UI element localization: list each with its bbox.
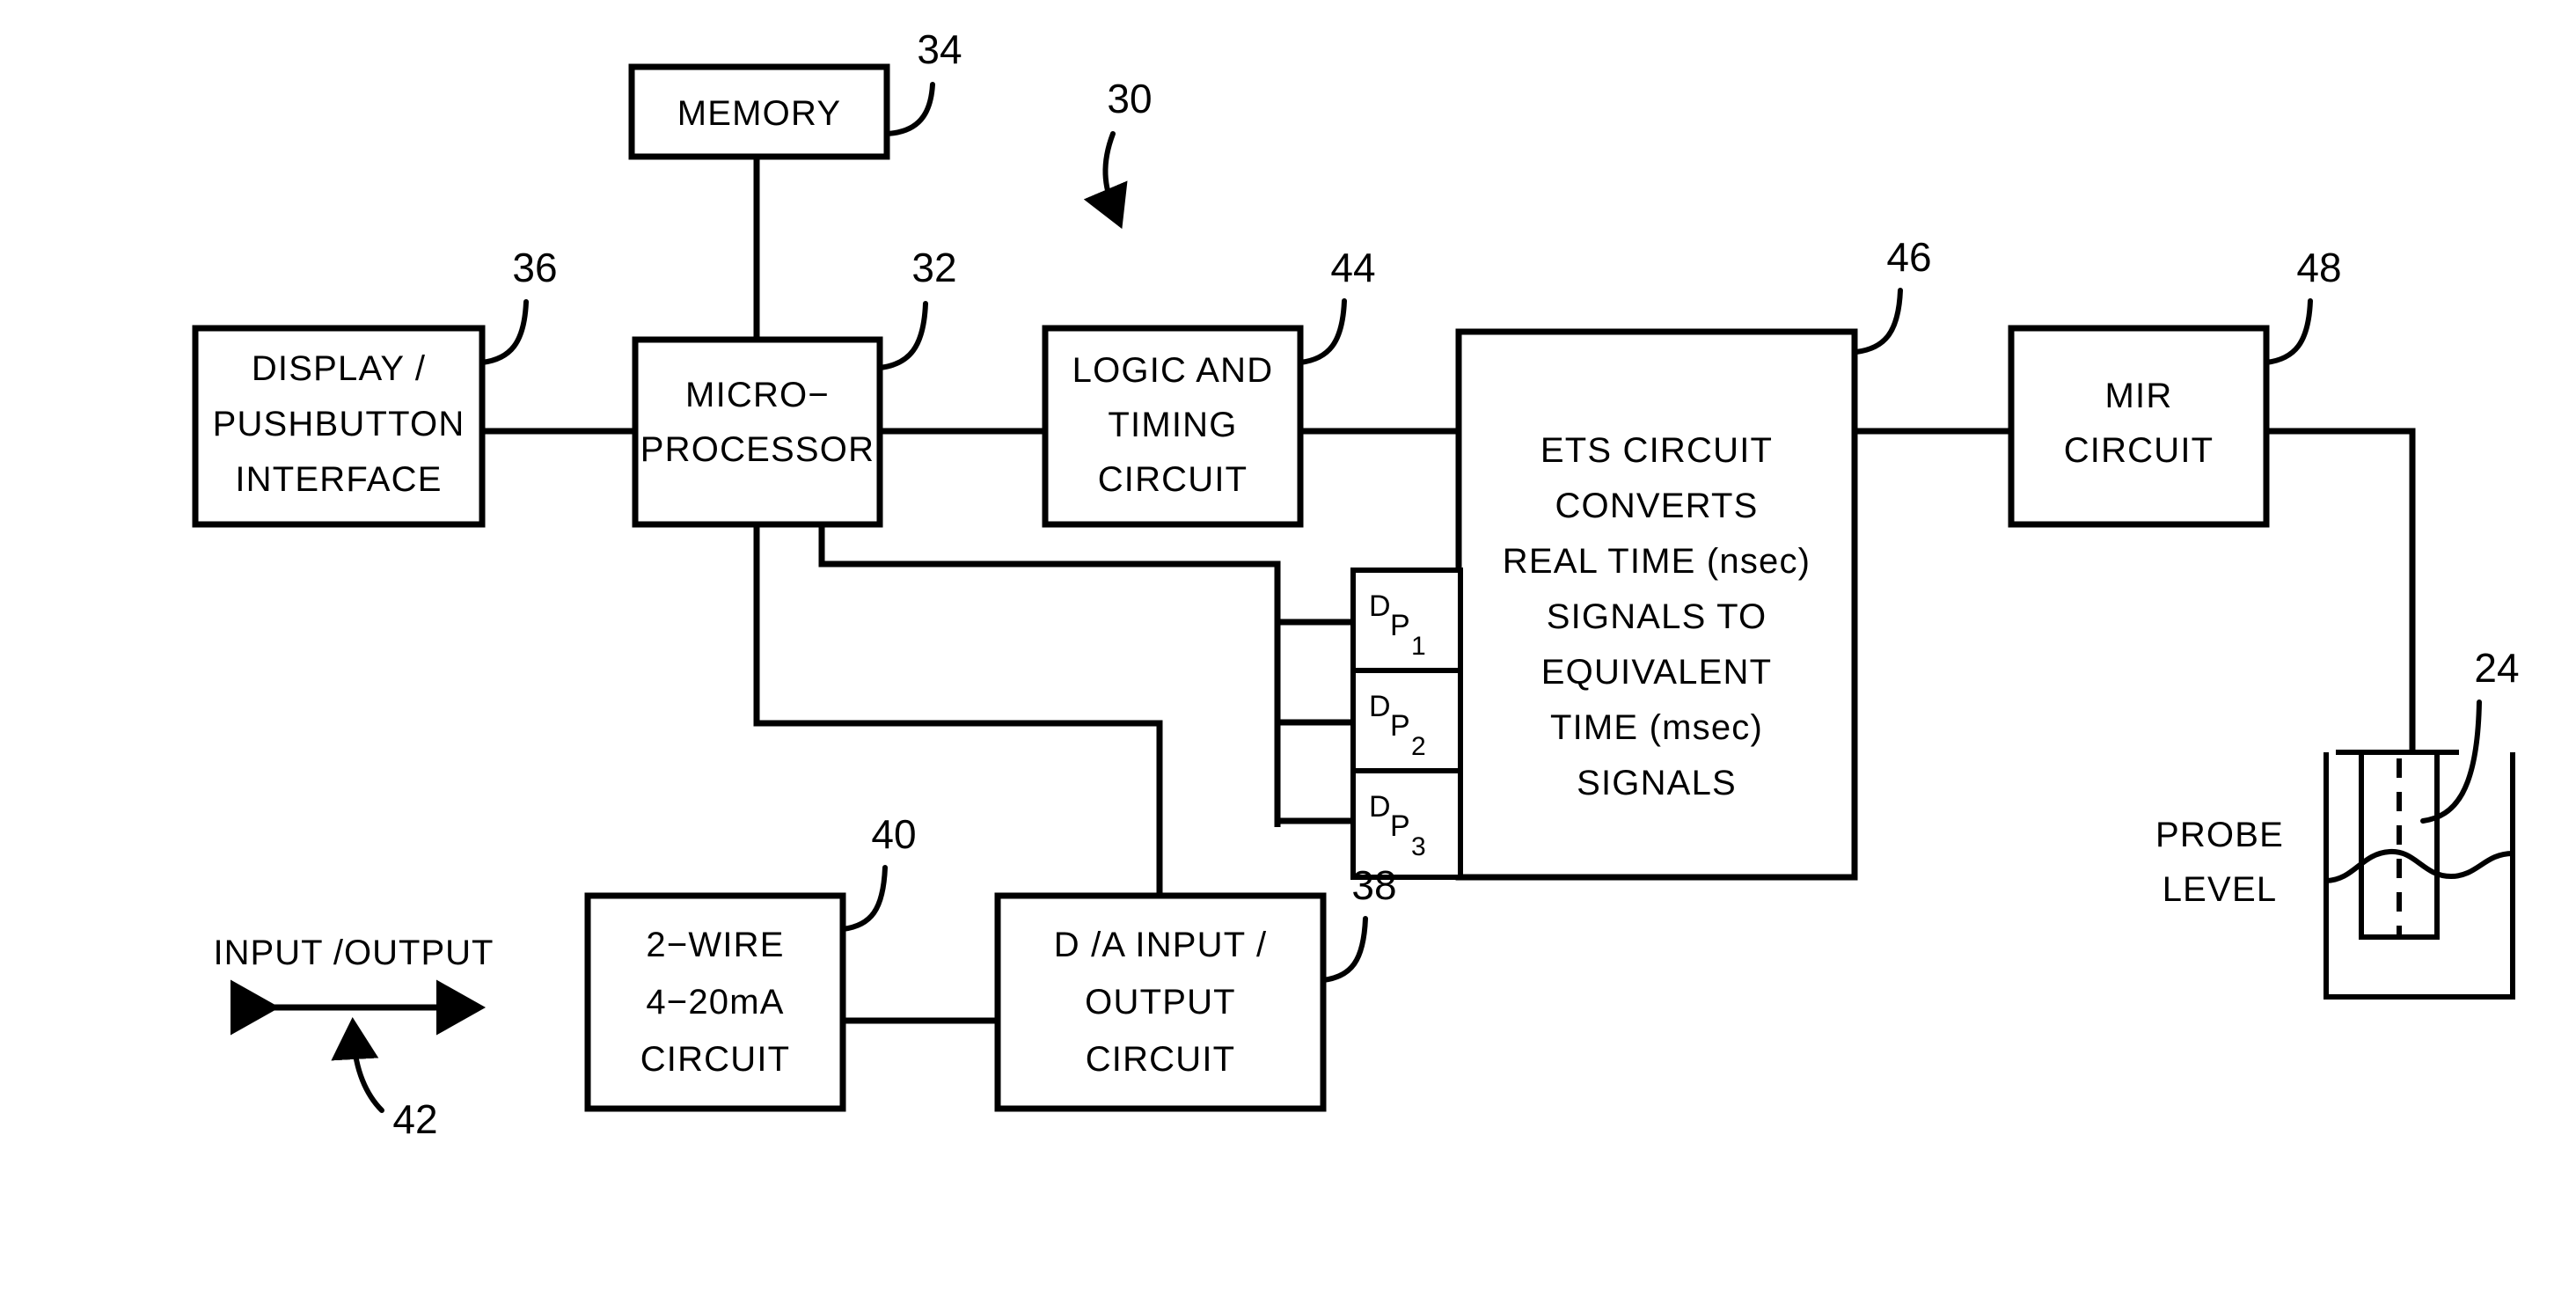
leader-42-arrow <box>331 1017 384 1113</box>
block-diagram-canvas: MEMORY 34 30 DISPLAY / PUSHBUTTON INTERF… <box>192 26 2520 1142</box>
logic-timing-line-3: CIRCUIT <box>1098 460 1248 499</box>
probe-level-line-1: PROBE <box>2155 816 2284 854</box>
ets-line-5: EQUIVALENT <box>1541 653 1772 692</box>
ref-44-group: 44 <box>1298 245 1376 365</box>
mir-box[interactable] <box>2008 325 2270 528</box>
ref-34-group: 34 <box>884 26 962 136</box>
dp3-d: D <box>1369 790 1391 824</box>
leader-46 <box>1854 288 1903 355</box>
patent-figure-root: MEMORY 34 30 DISPLAY / PUSHBUTTON INTERF… <box>0 0 2576 1289</box>
logic-timing-line-2: TIMING <box>1108 406 1237 444</box>
ref-40: 40 <box>871 811 916 857</box>
mir-line-1: MIR <box>2105 377 2173 415</box>
mir-line-2: CIRCUIT <box>2064 431 2214 470</box>
dp1-p: P <box>1390 609 1410 642</box>
input-output-annotation: INPUT /OUTPUT 42 <box>214 934 494 1142</box>
leader-44 <box>1298 298 1347 365</box>
microprocessor-line-2: PROCESSOR <box>640 430 875 469</box>
da-io-line-2: OUTPUT <box>1085 983 1236 1022</box>
display-pushbutton-line-3: INTERFACE <box>235 460 442 499</box>
block-two-wire-circuit[interactable]: 2−WIRE 4−20mA CIRCUIT <box>584 892 846 1112</box>
leader-38 <box>1321 916 1368 983</box>
logic-timing-line-1: LOGIC AND <box>1072 351 1274 390</box>
ets-line-4: SIGNALS TO <box>1547 597 1767 636</box>
probe-level-line-2: LEVEL <box>2163 870 2278 909</box>
dp2-d: D <box>1369 690 1391 723</box>
ets-line-7: SIGNALS <box>1577 764 1737 802</box>
leader-40 <box>840 865 888 932</box>
leader-36 <box>479 299 529 365</box>
ref-36-group: 36 <box>479 245 558 365</box>
ref-46-group: 46 <box>1854 234 1932 355</box>
dp-tap-box-1[interactable]: D P 1 <box>1350 568 1463 673</box>
ets-line-2: CONVERTS <box>1555 487 1758 525</box>
leader-30-arrow <box>1083 131 1128 230</box>
leader-32 <box>877 301 928 370</box>
two-wire-line-3: CIRCUIT <box>640 1040 791 1079</box>
dp-tap-group: D P 1 D P 2 D P 3 <box>1350 568 1463 880</box>
leader-48 <box>2264 298 2313 365</box>
dp3-p: P <box>1390 809 1410 843</box>
two-wire-line-1: 2−WIRE <box>646 926 784 964</box>
block-mir-circuit[interactable]: MIR CIRCUIT <box>2008 325 2270 528</box>
ref-38-group: 38 <box>1321 862 1397 983</box>
dp1-d: D <box>1369 590 1391 623</box>
ref-30-group: 30 <box>1083 76 1153 230</box>
display-pushbutton-line-1: DISPLAY / <box>252 349 426 388</box>
wire-microprocessor-to-da-io <box>753 493 1163 896</box>
display-pushbutton-line-2: PUSHBUTTON <box>213 405 465 443</box>
input-output-label: INPUT /OUTPUT <box>214 934 494 972</box>
leader-34 <box>884 82 935 136</box>
ref-38: 38 <box>1351 862 1396 908</box>
memory-label: MEMORY <box>677 94 841 133</box>
ref-44: 44 <box>1330 245 1375 290</box>
two-wire-line-2: 4−20mA <box>646 983 784 1022</box>
block-memory[interactable]: MEMORY <box>628 63 890 160</box>
block-ets-circuit[interactable]: ETS CIRCUIT CONVERTS REAL TIME (nsec) SI… <box>1455 328 1858 881</box>
ref-36: 36 <box>512 245 557 290</box>
ref-40-group: 40 <box>840 811 917 932</box>
ets-line-6: TIME (msec) <box>1550 708 1763 747</box>
tank-outline <box>2324 752 2515 1000</box>
tank-probe-assembly: PROBE LEVEL <box>2155 750 2515 1000</box>
dp-tap-box-3[interactable]: D P 3 <box>1350 768 1463 880</box>
ref-32-group: 32 <box>877 245 957 370</box>
block-microprocessor[interactable]: MICRO− PROCESSOR <box>632 336 883 528</box>
leader-24 <box>2420 699 2482 824</box>
da-io-line-1: D /A INPUT / <box>1054 926 1268 964</box>
wire-mir-to-probe <box>2266 428 2416 752</box>
ref-48-group: 48 <box>2264 245 2342 365</box>
wire-microprocessor-to-dp-bus <box>818 493 1281 827</box>
ref-30: 30 <box>1107 76 1152 121</box>
dp2-index: 2 <box>1411 732 1426 761</box>
ref-42: 42 <box>392 1096 437 1142</box>
microprocessor-line-1: MICRO− <box>685 376 830 414</box>
dp2-p: P <box>1390 709 1410 743</box>
ets-line-3: REAL TIME (nsec) <box>1503 542 1811 581</box>
ref-34: 34 <box>917 26 962 72</box>
block-da-input-output-circuit[interactable]: D /A INPUT / OUTPUT CIRCUIT <box>994 892 1327 1112</box>
dp3-index: 3 <box>1411 832 1426 861</box>
ref-48: 48 <box>2296 245 2341 290</box>
liquid-surface-wave <box>2325 848 2514 883</box>
ref-46: 46 <box>1886 234 1931 280</box>
ref-32: 32 <box>911 245 956 290</box>
dp1-index: 1 <box>1411 632 1426 661</box>
ref-24: 24 <box>2474 645 2519 691</box>
da-io-line-3: CIRCUIT <box>1086 1040 1236 1079</box>
block-display-pushbutton-interface[interactable]: DISPLAY / PUSHBUTTON INTERFACE <box>192 325 486 528</box>
block-logic-and-timing-circuit[interactable]: LOGIC AND TIMING CIRCUIT <box>1042 325 1304 528</box>
dp-tap-box-2[interactable]: D P 2 <box>1350 668 1463 773</box>
ets-line-1: ETS CIRCUIT <box>1540 431 1773 470</box>
